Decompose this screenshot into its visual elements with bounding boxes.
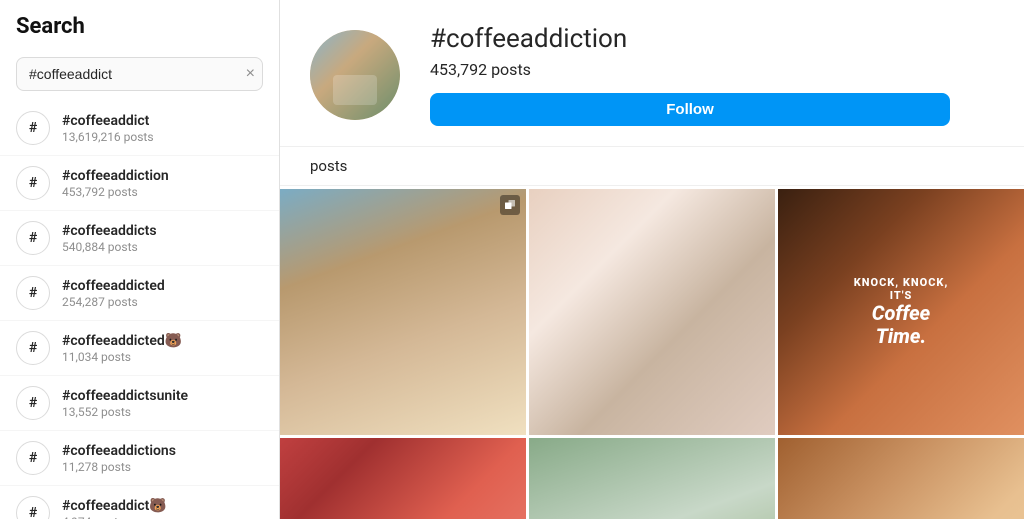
hash-icon: # xyxy=(16,496,50,519)
hashtag-list-item[interactable]: # #coffeeaddicted🐻 11,034 posts xyxy=(0,321,279,376)
photo-cell[interactable]: KNOCK, KNOCK, IT'S Coffee Time. xyxy=(778,189,1024,435)
search-box: × xyxy=(16,57,263,91)
tag-posts: 254,287 posts xyxy=(62,295,165,309)
hashtag-list-item[interactable]: # #coffeeaddicts 540,884 posts xyxy=(0,211,279,266)
hashtag-list-item[interactable]: # #coffeeaddiction 453,792 posts xyxy=(0,156,279,211)
hash-icon: # xyxy=(16,331,50,365)
tag-posts: 11,278 posts xyxy=(62,460,176,474)
tag-name: #coffeeaddictions xyxy=(62,443,176,459)
coffee-types-overlay: 1. Americano Caffè latte 2. Cappuccino F… xyxy=(778,438,1024,519)
hashtag-info: #coffeeaddicted 254,287 posts xyxy=(62,278,165,309)
tag-posts: 4,974 posts xyxy=(62,515,167,519)
search-input[interactable] xyxy=(16,57,263,91)
photo-cell[interactable] xyxy=(280,438,526,519)
tag-name: #coffeeaddicted🐻 xyxy=(62,333,182,349)
tag-name: #coffeeaddict xyxy=(62,113,154,129)
post-count: 453,792 posts xyxy=(430,60,950,79)
sidebar-header: Search xyxy=(0,0,279,49)
tag-posts: 11,034 posts xyxy=(62,350,182,364)
photo-cell[interactable] xyxy=(529,189,775,435)
hashtag-list-item[interactable]: # #coffeeaddicted 254,287 posts xyxy=(0,266,279,321)
follow-button[interactable]: Follow xyxy=(430,93,950,126)
tag-posts: 453,792 posts xyxy=(62,185,169,199)
tag-name: #coffeeaddiction xyxy=(62,168,169,184)
profile-hashtag: #coffeeaddiction xyxy=(430,24,950,54)
photo-cell[interactable] xyxy=(280,189,526,435)
clear-search-button[interactable]: × xyxy=(246,66,255,82)
hash-icon: # xyxy=(16,111,50,145)
hash-icon: # xyxy=(16,166,50,200)
hashtag-info: #coffeeaddict 13,619,216 posts xyxy=(62,113,154,144)
photo-cell[interactable] xyxy=(529,438,775,519)
hashtag-info: #coffeeaddicts 540,884 posts xyxy=(62,223,157,254)
tag-name: #coffeeaddict🐻 xyxy=(62,498,167,514)
time-text: Time. xyxy=(876,324,926,348)
hashtag-list-item[interactable]: # #coffeeaddict 13,619,216 posts xyxy=(0,101,279,156)
hashtag-list: # #coffeeaddict 13,619,216 posts # #coff… xyxy=(0,101,279,519)
hash-icon: # xyxy=(16,221,50,255)
tag-name: #coffeeaddicted xyxy=(62,278,165,294)
posts-section-label: posts xyxy=(280,147,1024,186)
hash-icon: # xyxy=(16,276,50,310)
sidebar-title: Search xyxy=(16,14,263,39)
profile-header: #coffeeaddiction 453,792 posts Follow xyxy=(280,0,1024,147)
hashtag-list-item[interactable]: # #coffeeaddictsunite 13,552 posts xyxy=(0,376,279,431)
tag-name: #coffeeaddictsunite xyxy=(62,388,188,404)
photo-grid: KNOCK, KNOCK, IT'S Coffee Time. 1. Ameri… xyxy=(280,186,1024,519)
hashtag-info: #coffeeaddict🐻 4,974 posts xyxy=(62,498,167,519)
photo-cell[interactable]: 1. Americano Caffè latte 2. Cappuccino F… xyxy=(778,438,1024,519)
tag-name: #coffeeaddicts xyxy=(62,223,157,239)
hashtag-info: #coffeeaddiction 453,792 posts xyxy=(62,168,169,199)
tag-posts: 13,552 posts xyxy=(62,405,188,419)
coffee-text: Coffee xyxy=(872,302,930,324)
main-content: #coffeeaddiction 453,792 posts Follow po… xyxy=(280,0,1024,519)
hash-icon: # xyxy=(16,441,50,475)
multi-photo-icon xyxy=(500,195,520,215)
tag-posts: 540,884 posts xyxy=(62,240,157,254)
hashtag-info: #coffeeaddicted🐻 11,034 posts xyxy=(62,333,182,364)
tag-posts: 13,619,216 posts xyxy=(62,130,154,144)
hashtag-list-item[interactable]: # #coffeeaddictions 11,278 posts xyxy=(0,431,279,486)
hashtag-info: #coffeeaddictsunite 13,552 posts xyxy=(62,388,188,419)
avatar xyxy=(310,30,400,120)
hashtag-list-item[interactable]: # #coffeeaddict🐻 4,974 posts xyxy=(0,486,279,519)
profile-info: #coffeeaddiction 453,792 posts Follow xyxy=(430,24,950,126)
coffee-time-overlay: KNOCK, KNOCK, IT'S Coffee Time. xyxy=(778,189,1024,435)
hashtag-info: #coffeeaddictions 11,278 posts xyxy=(62,443,176,474)
hash-icon: # xyxy=(16,386,50,420)
knock-text: KNOCK, KNOCK, xyxy=(854,276,949,289)
sidebar: Search × # #coffeeaddict 13,619,216 post… xyxy=(0,0,280,519)
